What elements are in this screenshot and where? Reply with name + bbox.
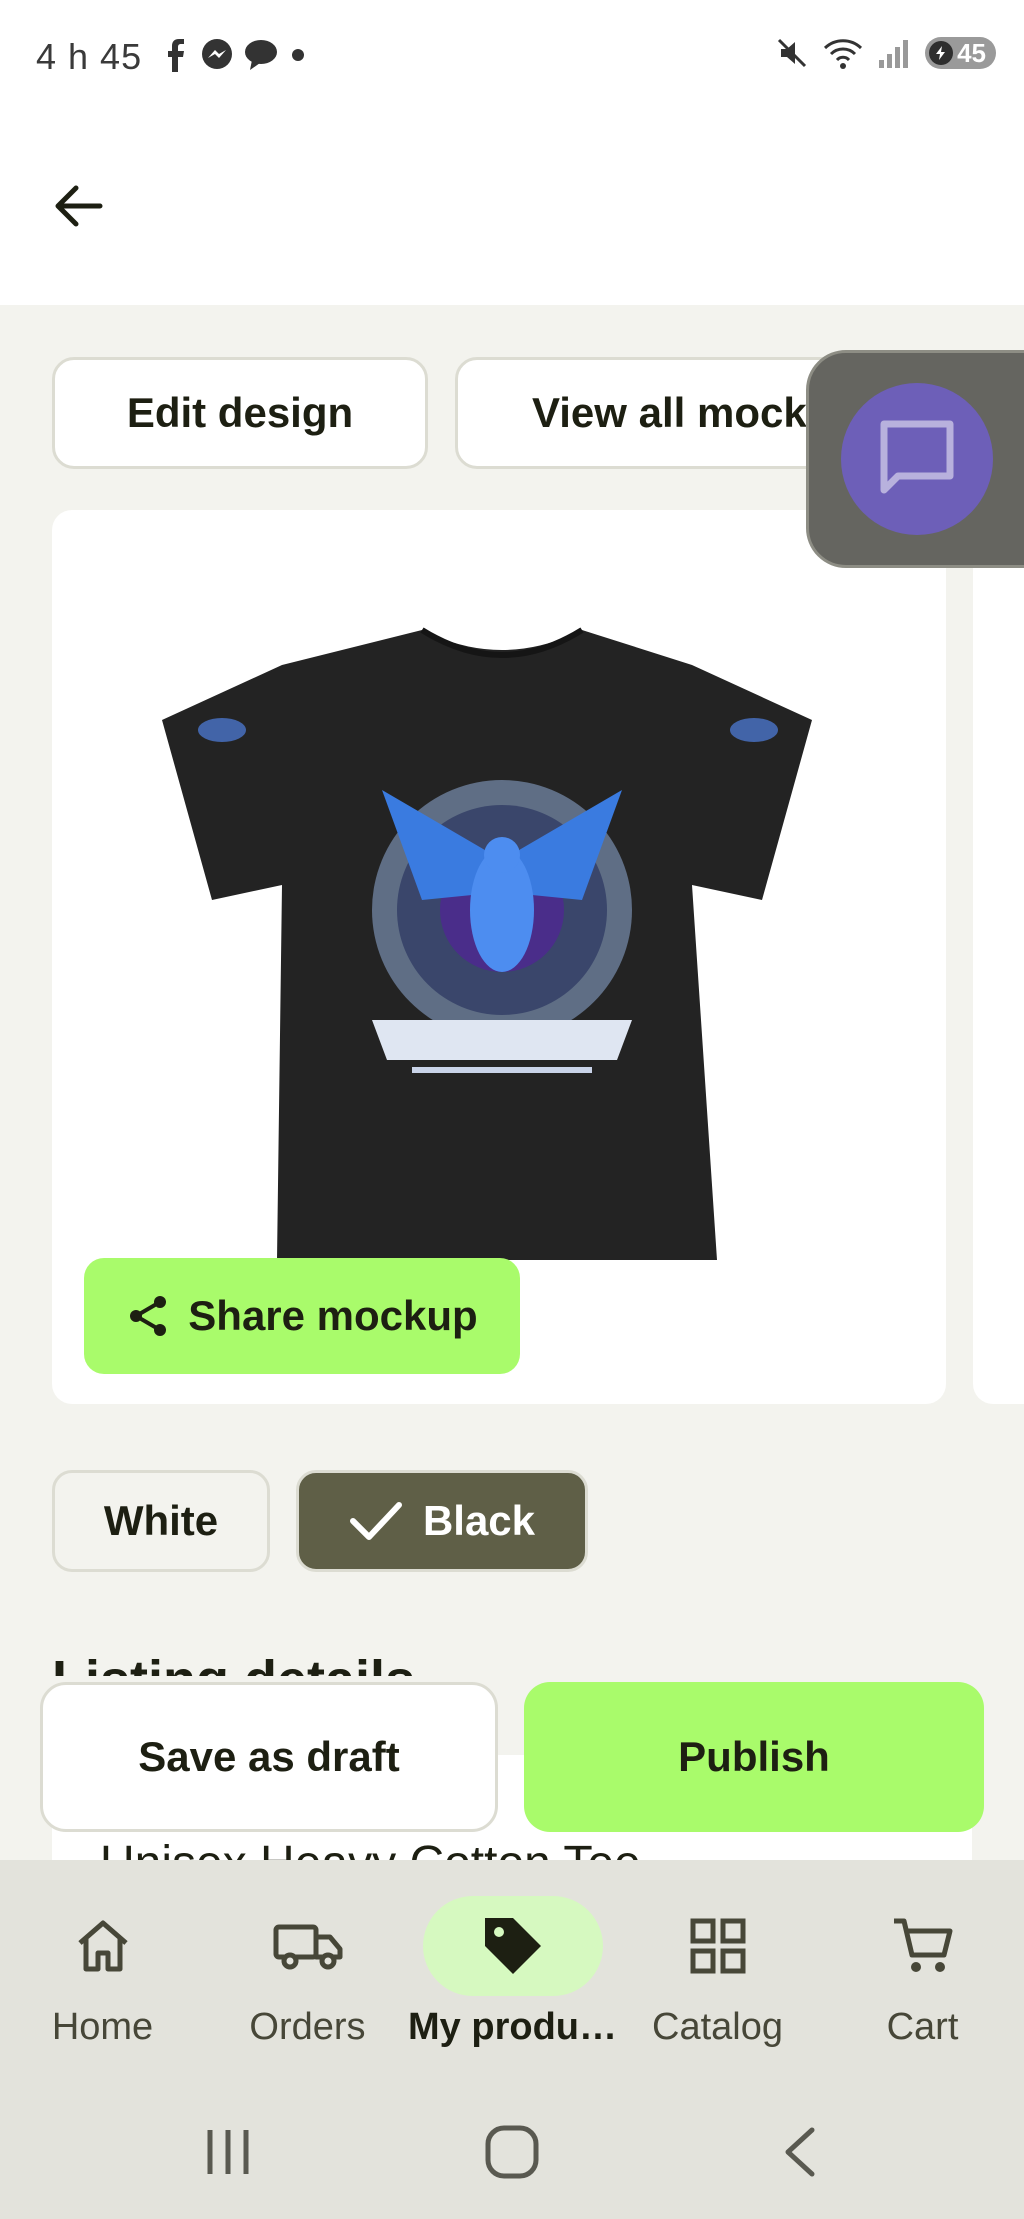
listing-title-peek: Unisex Heavy Cotton Tee xyxy=(100,1840,641,1860)
chevron-left-icon xyxy=(785,2127,815,2177)
listing-details-heading: Listing details xyxy=(52,1640,415,1676)
home-system-button[interactable] xyxy=(472,2112,552,2192)
share-mockup-button[interactable]: Share mockup xyxy=(84,1258,520,1374)
status-time: 4 h 45 xyxy=(36,36,143,77)
nav-item-orders[interactable]: Orders xyxy=(205,1860,410,2082)
system-navigation-bar xyxy=(0,2082,1024,2219)
nav-item-catalog[interactable]: Catalog xyxy=(615,1860,820,2082)
color-chip-white-label: White xyxy=(103,1497,219,1544)
app-bar xyxy=(0,120,1024,305)
bottom-navigation: Home Orders My produ… Catalog Cart xyxy=(0,1860,1024,2082)
tshirt-mockup-image xyxy=(162,627,812,1260)
recent-apps-icon xyxy=(207,2130,249,2174)
arrow-left-icon xyxy=(55,185,103,227)
nav-label-catalog: Catalog xyxy=(652,2006,783,2048)
wifi-icon xyxy=(824,39,863,69)
battery-icon: 45 xyxy=(925,37,996,69)
save-as-draft-button[interactable]: Save as draft xyxy=(40,1682,498,1832)
nav-item-home[interactable]: Home xyxy=(0,1860,205,2082)
signal-icon xyxy=(879,40,909,68)
color-chip-white[interactable]: White xyxy=(52,1470,270,1572)
chat-bubble-icon xyxy=(880,420,954,494)
nav-label-cart: Cart xyxy=(886,2006,959,2048)
share-icon xyxy=(130,1296,167,1336)
check-icon xyxy=(349,1502,402,1540)
recent-apps-button[interactable] xyxy=(188,2112,268,2192)
share-mockup-label: Share mockup xyxy=(188,1292,478,1339)
home-circle-icon xyxy=(485,2125,539,2179)
battery-level: 45 xyxy=(957,37,986,68)
nav-item-my-products[interactable]: My produ… xyxy=(408,1860,617,2082)
nav-label-home: Home xyxy=(51,2006,154,2048)
next-mockup-card[interactable] xyxy=(973,510,1024,1404)
home-icon xyxy=(77,1920,128,1972)
back-system-button[interactable] xyxy=(762,2112,842,2192)
edit-design-button[interactable]: Edit design xyxy=(52,357,428,469)
facebook-icon xyxy=(168,39,184,72)
dot-icon xyxy=(292,49,304,61)
chat-button[interactable] xyxy=(841,383,993,535)
messenger-icon xyxy=(202,39,232,69)
system-icons: 45 xyxy=(775,36,996,70)
chat-widget xyxy=(806,350,1024,568)
nav-label-orders: Orders xyxy=(249,2006,366,2048)
tag-icon xyxy=(484,1918,541,1974)
color-chip-black-label: Black xyxy=(422,1497,536,1544)
truck-icon xyxy=(273,1924,342,1970)
status-bar: 4 h 45 45 xyxy=(0,0,1024,120)
chat-icon xyxy=(245,40,277,70)
grid-icon xyxy=(690,1918,745,1974)
mockup-card: Share mockup xyxy=(52,510,946,1404)
cart-icon xyxy=(893,1918,952,1972)
back-button[interactable] xyxy=(42,170,114,242)
nav-label-my-products: My produ… xyxy=(408,2006,617,2048)
mute-icon xyxy=(778,38,807,68)
bolt-icon xyxy=(929,41,954,65)
color-chip-black[interactable]: Black xyxy=(296,1470,588,1572)
publish-button[interactable]: Publish xyxy=(524,1682,984,1832)
notification-icons xyxy=(160,38,308,72)
nav-item-cart[interactable]: Cart xyxy=(820,1860,1024,2082)
